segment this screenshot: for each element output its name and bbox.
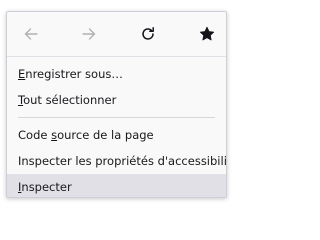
menu-item-inspect-accessibility[interactable]: Inspecter les propriétés d'accessibilité [7,148,226,174]
menu-item-label: nregistrer sous… [25,67,123,81]
menu-item-view-source[interactable]: Code source de la page [7,122,226,148]
menu-item-label-prefix: Code [18,128,52,142]
menu-item-label: Inspecter les propriétés d'accessibilité [18,154,227,168]
reload-icon [142,27,154,40]
context-menu: Enregistrer sous… Tout sélectionner Code… [6,11,227,198]
bookmark-button[interactable] [194,21,220,47]
menu-item-label: out sélectionner [23,93,117,107]
back-button[interactable] [18,21,44,47]
navigation-row [7,12,226,57]
menu-item-save-as[interactable]: Enregistrer sous… [7,61,226,87]
menu-item-label: nspecter [21,180,72,194]
menu-item-inspect[interactable]: Inspecter [7,174,226,197]
menu-item-label: ource de la page [57,128,154,142]
menu-item-select-all[interactable]: Tout sélectionner [7,87,226,113]
arrow-left-icon [24,28,38,40]
star-filled-icon [199,26,215,41]
forward-button[interactable] [76,21,102,47]
arrow-right-icon [82,28,96,40]
menu-separator [18,117,215,118]
reload-button[interactable] [135,21,161,47]
